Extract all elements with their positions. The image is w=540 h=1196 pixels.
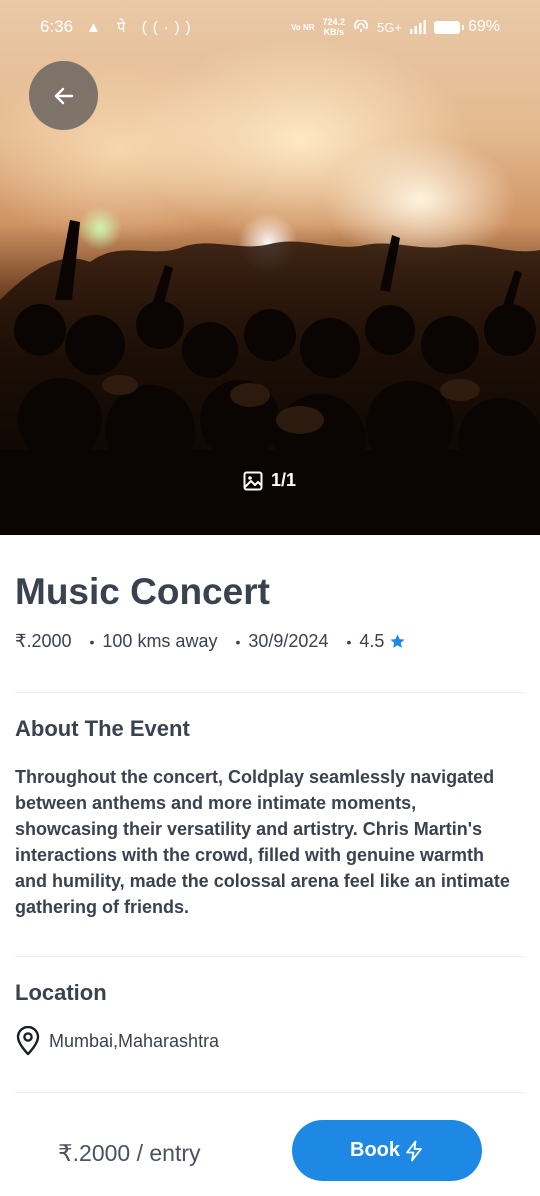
event-distance: 100 kms away bbox=[102, 631, 218, 651]
event-date: 30/9/2024 bbox=[248, 631, 329, 651]
status-right-group: Vo NR 724.2 KB/s 5G+ 69% bbox=[291, 17, 500, 37]
location-row[interactable]: Mumbai,Maharashtra bbox=[15, 1026, 219, 1056]
price-per-entry: ₹.2000 / entry bbox=[58, 1140, 201, 1166]
meta-separator: • bbox=[89, 633, 95, 650]
arrow-left-icon bbox=[54, 87, 73, 104]
divider bbox=[15, 956, 525, 957]
event-meta: ₹.2000 • 100 kms away • 30/9/2024 • 4.5 bbox=[15, 631, 406, 652]
lightning-icon bbox=[406, 1140, 422, 1161]
image-icon bbox=[243, 471, 263, 490]
image-counter-text: 1/1 bbox=[271, 470, 297, 490]
star-icon bbox=[390, 634, 405, 648]
notification-icons: ▲ पे ((·)) bbox=[86, 19, 197, 36]
event-rating: 4.5 bbox=[359, 631, 385, 651]
status-bar: 6:36 ▲ पे ((·)) Vo NR 724.2 KB/s 5G+ 69% bbox=[0, 0, 540, 55]
event-price: ₹.2000 bbox=[15, 631, 72, 651]
booking-bar: ₹.2000 / entry Book bbox=[0, 1093, 540, 1196]
book-button[interactable]: Book bbox=[292, 1120, 482, 1181]
signal-type: 5G+ bbox=[377, 19, 402, 35]
about-description: Throughout the concert, Coldplay seamles… bbox=[15, 767, 510, 917]
battery-icon bbox=[433, 20, 464, 34]
data-speed-value: 724.2 bbox=[322, 17, 346, 27]
location-text: Mumbai,Maharashtra bbox=[49, 1030, 220, 1051]
book-button-label: Book bbox=[350, 1139, 400, 1161]
location-pin-icon bbox=[16, 1026, 40, 1056]
divider bbox=[15, 692, 525, 693]
about-heading: About The Event bbox=[15, 716, 190, 741]
signal-bars-icon bbox=[409, 20, 426, 34]
data-speed: 724.2 KB/s bbox=[323, 17, 346, 37]
hotspot-icon bbox=[354, 20, 368, 32]
data-speed-unit: KB/s bbox=[323, 27, 345, 37]
event-title: Music Concert bbox=[15, 571, 270, 612]
image-counter: 1/1 bbox=[243, 470, 296, 491]
volte-icon: Vo NR bbox=[291, 22, 315, 32]
battery-level: 69% bbox=[467, 18, 500, 35]
back-button[interactable] bbox=[29, 61, 98, 130]
meta-separator: • bbox=[235, 633, 241, 650]
location-heading: Location bbox=[15, 980, 107, 1005]
status-time: 6:36 bbox=[40, 17, 74, 36]
meta-separator: • bbox=[346, 633, 352, 650]
